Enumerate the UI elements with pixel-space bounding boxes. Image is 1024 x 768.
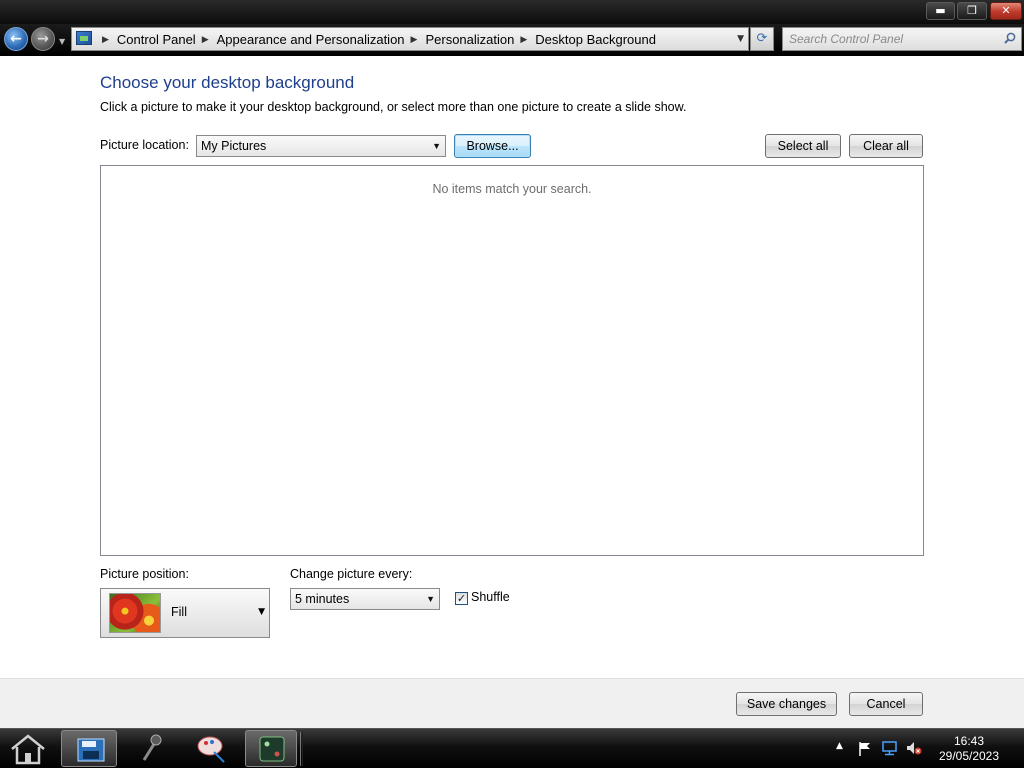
picture-position-label: Picture position: (100, 567, 189, 581)
empty-list-message: No items match your search. (432, 182, 592, 196)
back-button[interactable]: ← (4, 27, 28, 51)
taskbar-file-manager[interactable] (61, 730, 117, 767)
forward-button[interactable]: → (31, 27, 55, 51)
page-title: Choose your desktop background (100, 73, 355, 92)
page-description: Click a picture to make it your desktop … (100, 100, 687, 114)
shuffle-checkbox[interactable]: ✓ (455, 592, 468, 605)
folder-icon (77, 738, 105, 762)
taskbar: ▲ 16:43 29/05/2023 (0, 728, 1024, 768)
clock-date: 29/05/2023 (938, 749, 1000, 763)
window-title-bar: ▬ ❐ ✕ (0, 0, 1024, 24)
chevron-down-icon[interactable]: ▼ (737, 34, 744, 44)
chevron-down-icon: ▼ (426, 594, 435, 604)
system-clock[interactable]: 16:43 29/05/2023 (930, 734, 1008, 764)
recent-pages-dropdown[interactable]: ▼ (59, 37, 65, 46)
microphone-icon (142, 734, 162, 761)
change-picture-label: Change picture every: (290, 567, 413, 581)
change-picture-interval-select[interactable]: 5 minutes ▼ (290, 588, 440, 610)
show-hidden-icons-button[interactable]: ▲ (836, 741, 843, 751)
action-center-flag-icon[interactable] (858, 741, 872, 757)
taskbar-separator (300, 732, 303, 766)
network-icon[interactable] (881, 740, 899, 756)
control-panel-app-icon (259, 736, 285, 762)
picture-location-label: Picture location: (100, 138, 189, 152)
chevron-down-icon: ▼ (432, 141, 441, 151)
main-content: Choose your desktop background Click a p… (0, 56, 1024, 678)
start-button-home-icon[interactable] (6, 731, 50, 767)
taskbar-paint-app[interactable] (184, 730, 240, 767)
breadcrumb: ▶ Control Panel ▶ Appearance and Persona… (96, 28, 656, 50)
arrow-left-icon: ← (10, 31, 22, 47)
restore-button[interactable]: ❐ (957, 2, 987, 20)
search-box[interactable] (782, 27, 1022, 51)
browse-button[interactable]: Browse... (454, 134, 531, 158)
chevron-right-icon[interactable]: ▶ (202, 34, 209, 45)
chevron-right-icon[interactable]: ▶ (520, 34, 527, 45)
wallpaper-thumbnail (109, 593, 161, 633)
taskbar-control-panel[interactable] (245, 730, 297, 767)
clear-all-button[interactable]: Clear all (849, 134, 923, 158)
search-icon[interactable] (1004, 32, 1016, 44)
save-changes-button[interactable]: Save changes (736, 692, 837, 716)
breadcrumb-appearance-and-personalization[interactable]: Appearance and Personalization (217, 32, 405, 47)
clock-time: 16:43 (953, 734, 985, 748)
volume-muted-icon[interactable] (905, 740, 923, 756)
chevron-down-icon: ▼ (258, 607, 265, 617)
breadcrumb-control-panel[interactable]: Control Panel (117, 32, 196, 47)
picture-position-select[interactable]: Fill ▼ (100, 588, 270, 638)
dialog-footer: Save changes Cancel (0, 678, 1024, 728)
minimize-button[interactable]: ▬ (926, 2, 955, 20)
picture-location-select[interactable]: My Pictures ▼ (196, 135, 446, 157)
breadcrumb-desktop-background[interactable]: Desktop Background (535, 32, 656, 47)
refresh-icon: ⟳ (756, 31, 768, 46)
arrow-right-icon: → (37, 31, 49, 47)
picture-list[interactable]: No items match your search. (100, 165, 924, 556)
picture-position-value: Fill (171, 605, 187, 619)
address-bar[interactable]: ▶ Control Panel ▶ Appearance and Persona… (71, 27, 749, 51)
navigation-bar: ← → ▼ ▶ Control Panel ▶ Appearance and P… (0, 24, 1024, 56)
search-input[interactable] (789, 31, 999, 47)
chevron-right-icon[interactable]: ▶ (102, 34, 109, 45)
cancel-button[interactable]: Cancel (849, 692, 923, 716)
taskbar-microphone-app[interactable] (122, 730, 178, 767)
select-all-button[interactable]: Select all (765, 134, 841, 158)
checkmark-icon: ✓ (456, 592, 467, 605)
shuffle-label[interactable]: Shuffle (471, 590, 510, 604)
chevron-right-icon[interactable]: ▶ (411, 34, 418, 45)
change-picture-interval-value: 5 minutes (295, 592, 350, 606)
paint-palette-icon (197, 736, 225, 763)
breadcrumb-personalization[interactable]: Personalization (425, 32, 514, 47)
picture-location-value: My Pictures (201, 139, 267, 153)
refresh-button[interactable]: ⟳ (750, 27, 774, 51)
close-button[interactable]: ✕ (990, 2, 1022, 20)
control-panel-icon (76, 31, 92, 45)
